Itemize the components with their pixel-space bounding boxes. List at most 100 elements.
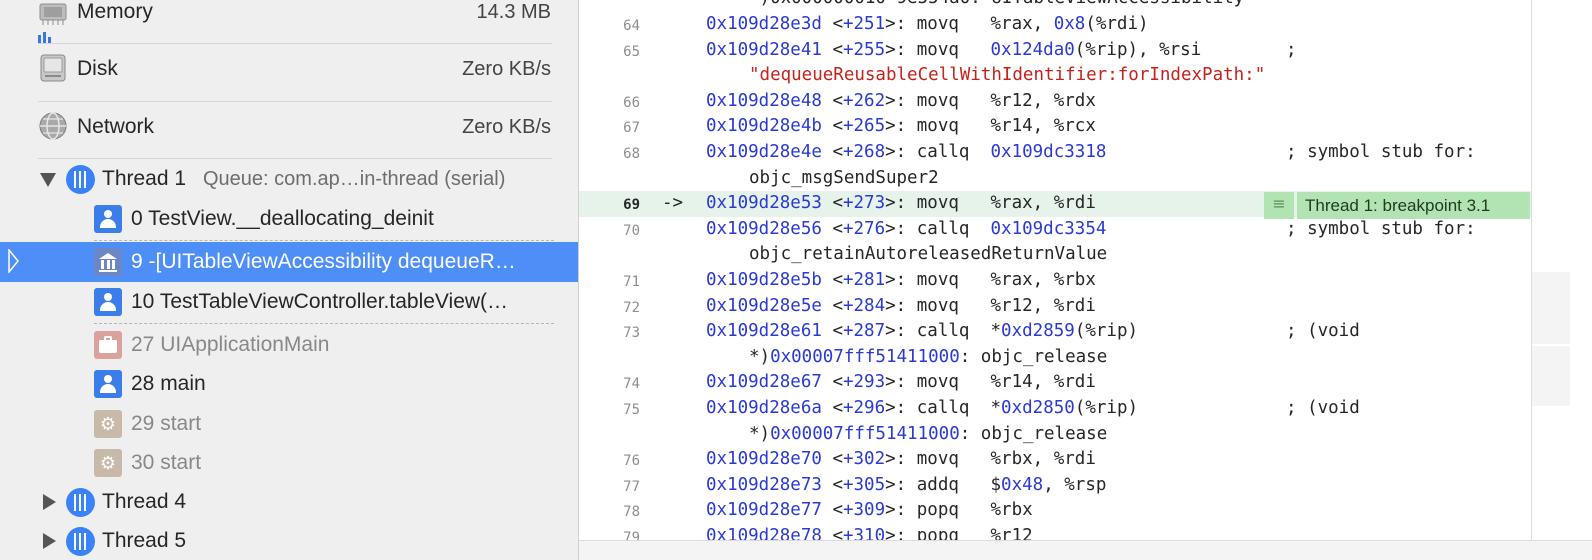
disk-gauge-row[interactable]: Disk Zero KB/s: [0, 44, 579, 100]
thread-icon: [66, 527, 95, 556]
minimap-viewport-marker[interactable]: [1532, 346, 1570, 406]
instruction: 0x109d28e5b <+281>: movq %rax, %rbx: [706, 270, 1096, 290]
mnemonic: movq: [916, 270, 959, 290]
line-number: 78: [623, 504, 640, 521]
instruction-offset: +265: [842, 116, 886, 137]
line-number: 64: [623, 18, 640, 34]
symbol-name: objc_msgSendSuper2: [749, 167, 939, 188]
hamburger-icon: ≡: [1272, 194, 1286, 213]
instruction: 0x109d28e48 <+262>: movq %r12, %rdx: [706, 90, 1096, 111]
code-line[interactable]: 67 0x109d28e4b <+265>: movq %r14, %rcx: [579, 114, 1531, 140]
instruction-offset: +268: [842, 142, 886, 162]
pointer-cast-text: *)0x00007fff51411000: [749, 423, 960, 444]
gear-frame-icon: ⚙: [94, 449, 122, 477]
network-gauge-row[interactable]: Network Zero KB/s: [0, 102, 579, 158]
stack-frame-label: 9 -[UITableViewAccessibility dequeueR…: [131, 250, 516, 273]
mnemonic: movq: [916, 116, 959, 137]
line-number: 74: [623, 376, 640, 393]
network-value: Zero KB/s: [462, 116, 551, 138]
instruction-address: 0x109d28e4e: [706, 142, 822, 162]
code-line[interactable]: 70 0x109d28e56 <+276>: callq 0x109dc3354; …: [579, 217, 1531, 243]
line-number: 76: [623, 453, 640, 470]
code-line[interactable]: 65 0x109d28e41 <+255>: movq 0x124da0(%rip)…: [579, 38, 1531, 64]
horizontal-scrollbar[interactable]: [579, 540, 1592, 560]
code-line-continuation: *)0x000000010 9e554a0: UITableViewAccess…: [579, 0, 1531, 12]
instruction: 0x109d28e4e <+268>: callq 0x109dc3318: [706, 142, 1107, 162]
stack-frame-row[interactable]: 27 UIApplicationMain: [0, 325, 579, 365]
operand-prefix: $: [990, 474, 1002, 495]
thread-1-row[interactable]: Thread 1 Queue: com.ap…in-thread (serial…: [0, 162, 579, 198]
continuation-text: objc_msgSendSuper2: [749, 168, 939, 188]
network-label: Network: [77, 115, 155, 138]
mnemonic: movq: [916, 295, 959, 316]
stack-frame-label: 10 TestTableViewController.tableView(…: [131, 290, 509, 313]
continuation-text: *)0x000000010 9e554a0: UITableViewAccess…: [749, 0, 1244, 8]
disclosure-closed-icon[interactable]: [43, 533, 56, 549]
user-frame-icon: [94, 205, 122, 233]
instruction-offset: +293: [842, 372, 886, 393]
mnemonic: movq: [916, 449, 959, 470]
stack-frame-row[interactable]: 0 TestView.__deallocating_deinit: [0, 199, 579, 239]
instruction-address: 0x109d28e61: [706, 321, 822, 342]
disk-value: Zero KB/s: [462, 58, 551, 80]
operand-number: 0x124da0: [990, 39, 1075, 60]
stack-frame-label: 28 main: [131, 372, 206, 395]
stack-frame-row[interactable]: 10 TestTableViewController.tableView(…: [0, 282, 579, 322]
frame-gap-separator: [94, 240, 554, 241]
stack-frame-row[interactable]: ⚙ 29 start: [0, 404, 579, 444]
instruction-offset: +305: [842, 474, 886, 495]
breakpoint-annotation: Thread 1: breakpoint 3.1: [1297, 192, 1530, 219]
instruction-offset: +309: [842, 500, 886, 521]
instruction-address: 0x109d28e5b: [706, 270, 822, 290]
disk-icon: [38, 53, 68, 83]
operand: (%rip): [1074, 321, 1139, 342]
operand: , %rsp: [1043, 474, 1107, 495]
instruction-offset: +262: [842, 90, 886, 111]
stack-frame-row[interactable]: 28 main: [0, 364, 579, 404]
stack-frame-label: 29 start: [131, 412, 202, 435]
instruction-offset: +281: [842, 270, 886, 290]
mnemonic: addq: [916, 474, 959, 495]
stack-frame-row-selected[interactable]: 9 -[UITableViewAccessibility dequeueR…: [0, 242, 579, 282]
code-line[interactable]: 64 0x109d28e3d <+251>: movq %rax, 0x8(%rdi…: [579, 12, 1531, 38]
code-line[interactable]: 74 0x109d28e67 <+293>: movq %r14, %rdi: [579, 370, 1531, 396]
continuation-text: "dequeueReusableCellWithIdentifier:forIn…: [749, 65, 1265, 85]
line-number: 75: [623, 402, 640, 418]
pointer-cast: *)0x00007fff51411000: [749, 347, 960, 367]
code-line-continuation: "dequeueReusableCellWithIdentifier:forIn…: [579, 63, 1531, 89]
code-line[interactable]: 77 0x109d28e73 <+305>: addq $0x48, %rsp: [579, 473, 1531, 499]
memory-label: Memory: [77, 0, 153, 23]
minimap-area: [1532, 0, 1592, 540]
code-line[interactable]: 68 0x109d28e4e <+268>: callq 0x109dc3318 ; …: [579, 140, 1531, 166]
thread-1-queue: Queue: com.ap…in-thread (serial): [203, 168, 506, 190]
code-line[interactable]: 75 0x109d28e6a <+296>: callq *0xd2850(%rip…: [579, 396, 1531, 422]
breakpoint-annotation-handle[interactable]: ≡: [1264, 192, 1294, 219]
mnemonic: movq: [916, 90, 959, 111]
line-number: 68: [623, 146, 640, 162]
code-line[interactable]: 73 0x109d28e61 <+287>: callq *0xd2859(%rip…: [579, 319, 1531, 345]
code-line[interactable]: 66 0x109d28e48 <+262>: movq %r12, %rdx: [579, 89, 1531, 115]
symbol-name: : objc_release: [959, 346, 1108, 367]
operand: %rbx: [990, 500, 1033, 521]
disclosure-open-icon[interactable]: [40, 173, 56, 187]
disclosure-closed-icon[interactable]: [43, 494, 56, 510]
instruction-comment: ; symbol stub for:: [1286, 142, 1476, 162]
disk-label: Disk: [77, 57, 118, 80]
network-globe-icon: [38, 111, 68, 141]
instruction: 0x109d28e5e <+284>: movq %r12, %rdi: [706, 295, 1096, 316]
memory-gauge-row[interactable]: Memory 14.3 MB: [0, 0, 579, 44]
gear-frame-icon: ⚙: [94, 410, 122, 438]
stack-frame-row[interactable]: ⚙ 30 start: [0, 443, 579, 483]
code-line[interactable]: 78 0x109d28e77 <+309>: popq %rbx: [579, 498, 1531, 524]
code-line-continuation: *)0x00007fff51411000: objc_release: [579, 345, 1531, 371]
minimap-viewport-marker[interactable]: [1532, 272, 1570, 344]
line-number: 69: [623, 197, 640, 214]
thread-4-row[interactable]: Thread 4: [0, 485, 579, 521]
instruction-address: 0x109d28e3d: [706, 14, 822, 34]
disassembly-editor[interactable]: *)0x000000010 9e554a0: UITableViewAccess…: [579, 0, 1592, 560]
thread-5-row[interactable]: Thread 5: [0, 524, 579, 560]
pointer-cast: *)0x00007fff51411000: [749, 424, 960, 444]
code-line[interactable]: 76 0x109d28e70 <+302>: movq %rbx, %rdi: [579, 447, 1531, 473]
code-line[interactable]: 72 0x109d28e5e <+284>: movq %r12, %rdi: [579, 294, 1531, 320]
code-line[interactable]: 71 0x109d28e5b <+281>: movq %rax, %rbx: [579, 268, 1531, 294]
